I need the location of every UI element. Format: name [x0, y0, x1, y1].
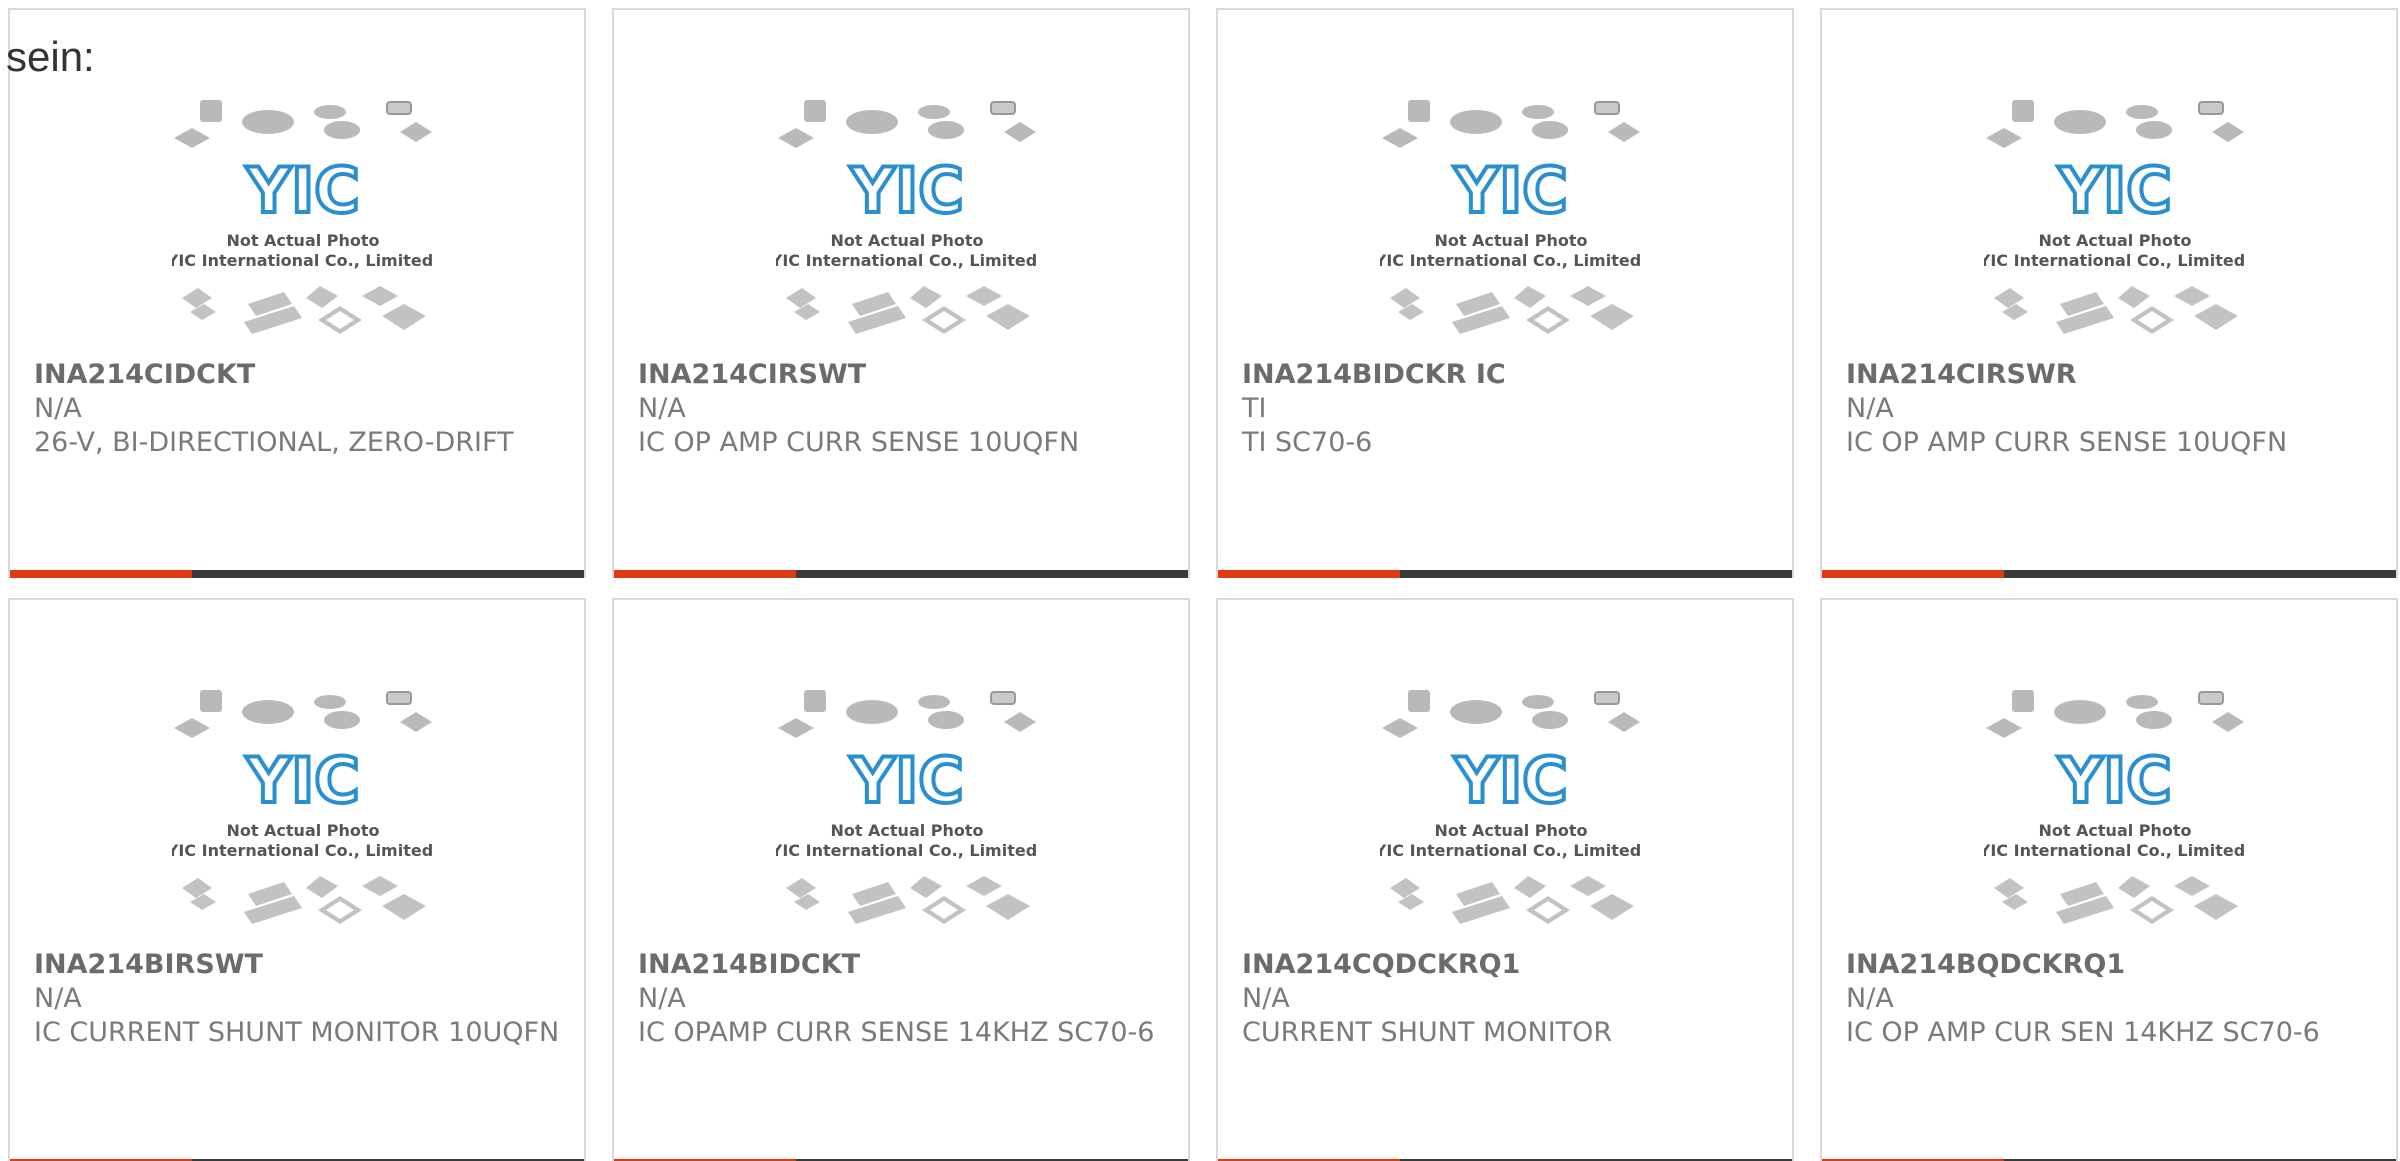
logo-text: YIC [849, 154, 963, 227]
part-number[interactable]: INA214CQDCKRQ1 [1242, 948, 1768, 982]
product-card[interactable]: YIC Not Actual Photo YIC International C… [1216, 8, 1794, 578]
product-card[interactable]: YIC Not Actual Photo YIC International C… [8, 8, 586, 578]
part-number[interactable]: INA214BIDCKT [638, 948, 1164, 982]
photo-caption-2: YIC International Co., Limited. [1380, 251, 1642, 270]
manufacturer: N/A [638, 393, 686, 424]
product-card[interactable]: YIC Not Actual Photo YIC International C… [612, 8, 1190, 578]
manufacturer: N/A [34, 983, 82, 1014]
part-number[interactable]: INA214BIDCKR IC [1242, 358, 1768, 392]
part-number[interactable]: INA214CIDCKT [34, 358, 560, 392]
product-card[interactable]: YIC Not Actual Photo YIC International C… [1216, 598, 1794, 1161]
logo-text: YIC [1453, 154, 1567, 227]
product-photo: YIC Not Actual Photo YIC International C… [1380, 690, 1642, 924]
photo-caption-2: YIC International Co., Limited. [1984, 251, 2246, 270]
photo-caption-1: Not Actual Photo [1434, 821, 1587, 840]
photo-caption-2: YIC International Co., Limited. [776, 841, 1038, 860]
logo-text: YIC [245, 154, 359, 227]
photo-caption-2: YIC International Co., Limited. [1380, 841, 1642, 860]
product-grid: YIC Not Actual Photo YIC International C… [0, 0, 2400, 1161]
product-photo: YIC Not Actual Photo YIC International C… [172, 100, 434, 334]
description: IC OP AMP CURR SENSE 10UQFN [638, 427, 1080, 458]
part-number[interactable]: INA214CIRSWT [638, 358, 1164, 392]
photo-caption-2: YIC International Co., Limited. [1984, 841, 2246, 860]
description: IC OP AMP CURR SENSE 10UQFN [1846, 427, 2288, 458]
logo-text: YIC [849, 744, 963, 817]
description: 26-V, BI-DIRECTIONAL, ZERO-DRIFT [34, 427, 514, 458]
manufacturer: N/A [638, 983, 686, 1014]
logo-text: YIC [1453, 744, 1567, 817]
manufacturer: N/A [1846, 983, 1894, 1014]
product-photo: YIC Not Actual Photo YIC International C… [172, 690, 434, 924]
part-number[interactable]: INA214BIRSWT [34, 948, 560, 982]
card-bar [614, 570, 1188, 578]
photo-caption-2: YIC International Co., Limited. [776, 251, 1038, 270]
card-bar [10, 570, 584, 578]
corner-label: sein: [6, 33, 95, 80]
photo-caption-1: Not Actual Photo [1434, 231, 1587, 250]
manufacturer: N/A [1242, 983, 1290, 1014]
photo-caption-1: Not Actual Photo [226, 821, 379, 840]
part-number[interactable]: INA214CIRSWR [1846, 358, 2372, 392]
product-photo: YIC Not Actual Photo YIC International C… [1984, 100, 2246, 334]
logo-text: YIC [2057, 744, 2171, 817]
product-photo: YIC Not Actual Photo YIC International C… [1984, 690, 2246, 924]
card-bar [1822, 570, 2396, 578]
product-card[interactable]: YIC Not Actual Photo YIC International C… [612, 598, 1190, 1161]
photo-caption-1: Not Actual Photo [2038, 821, 2191, 840]
description: CURRENT SHUNT MONITOR [1242, 1017, 1613, 1048]
description: IC OPAMP CURR SENSE 14KHZ SC70-6 [638, 1017, 1155, 1048]
product-photo: YIC Not Actual Photo YIC International C… [776, 100, 1038, 334]
logo-text: YIC [245, 744, 359, 817]
product-photo: YIC Not Actual Photo YIC International C… [1380, 100, 1642, 334]
photo-caption-2: YIC International Co., Limited. [172, 251, 434, 270]
photo-caption-1: Not Actual Photo [830, 821, 983, 840]
card-bar [1218, 570, 1792, 578]
description: IC OP AMP CUR SEN 14KHZ SC70-6 [1846, 1017, 2320, 1048]
product-card[interactable]: YIC Not Actual Photo YIC International C… [8, 598, 586, 1161]
photo-caption-1: Not Actual Photo [830, 231, 983, 250]
manufacturer: TI [1242, 393, 1267, 424]
part-number[interactable]: INA214BQDCKRQ1 [1846, 948, 2372, 982]
product-photo: YIC Not Actual Photo YIC International C… [776, 690, 1038, 924]
photo-caption-1: Not Actual Photo [2038, 231, 2191, 250]
description: IC CURRENT SHUNT MONITOR 10UQFN [34, 1017, 560, 1048]
product-card[interactable]: YIC Not Actual Photo YIC International C… [1820, 8, 2398, 578]
product-card[interactable]: YIC Not Actual Photo YIC International C… [1820, 598, 2398, 1161]
logo-text: YIC [2057, 154, 2171, 227]
description: TI SC70-6 [1242, 427, 1373, 458]
manufacturer: N/A [34, 393, 82, 424]
manufacturer: N/A [1846, 393, 1894, 424]
photo-caption-2: YIC International Co., Limited. [172, 841, 434, 860]
photo-caption-1: Not Actual Photo [226, 231, 379, 250]
